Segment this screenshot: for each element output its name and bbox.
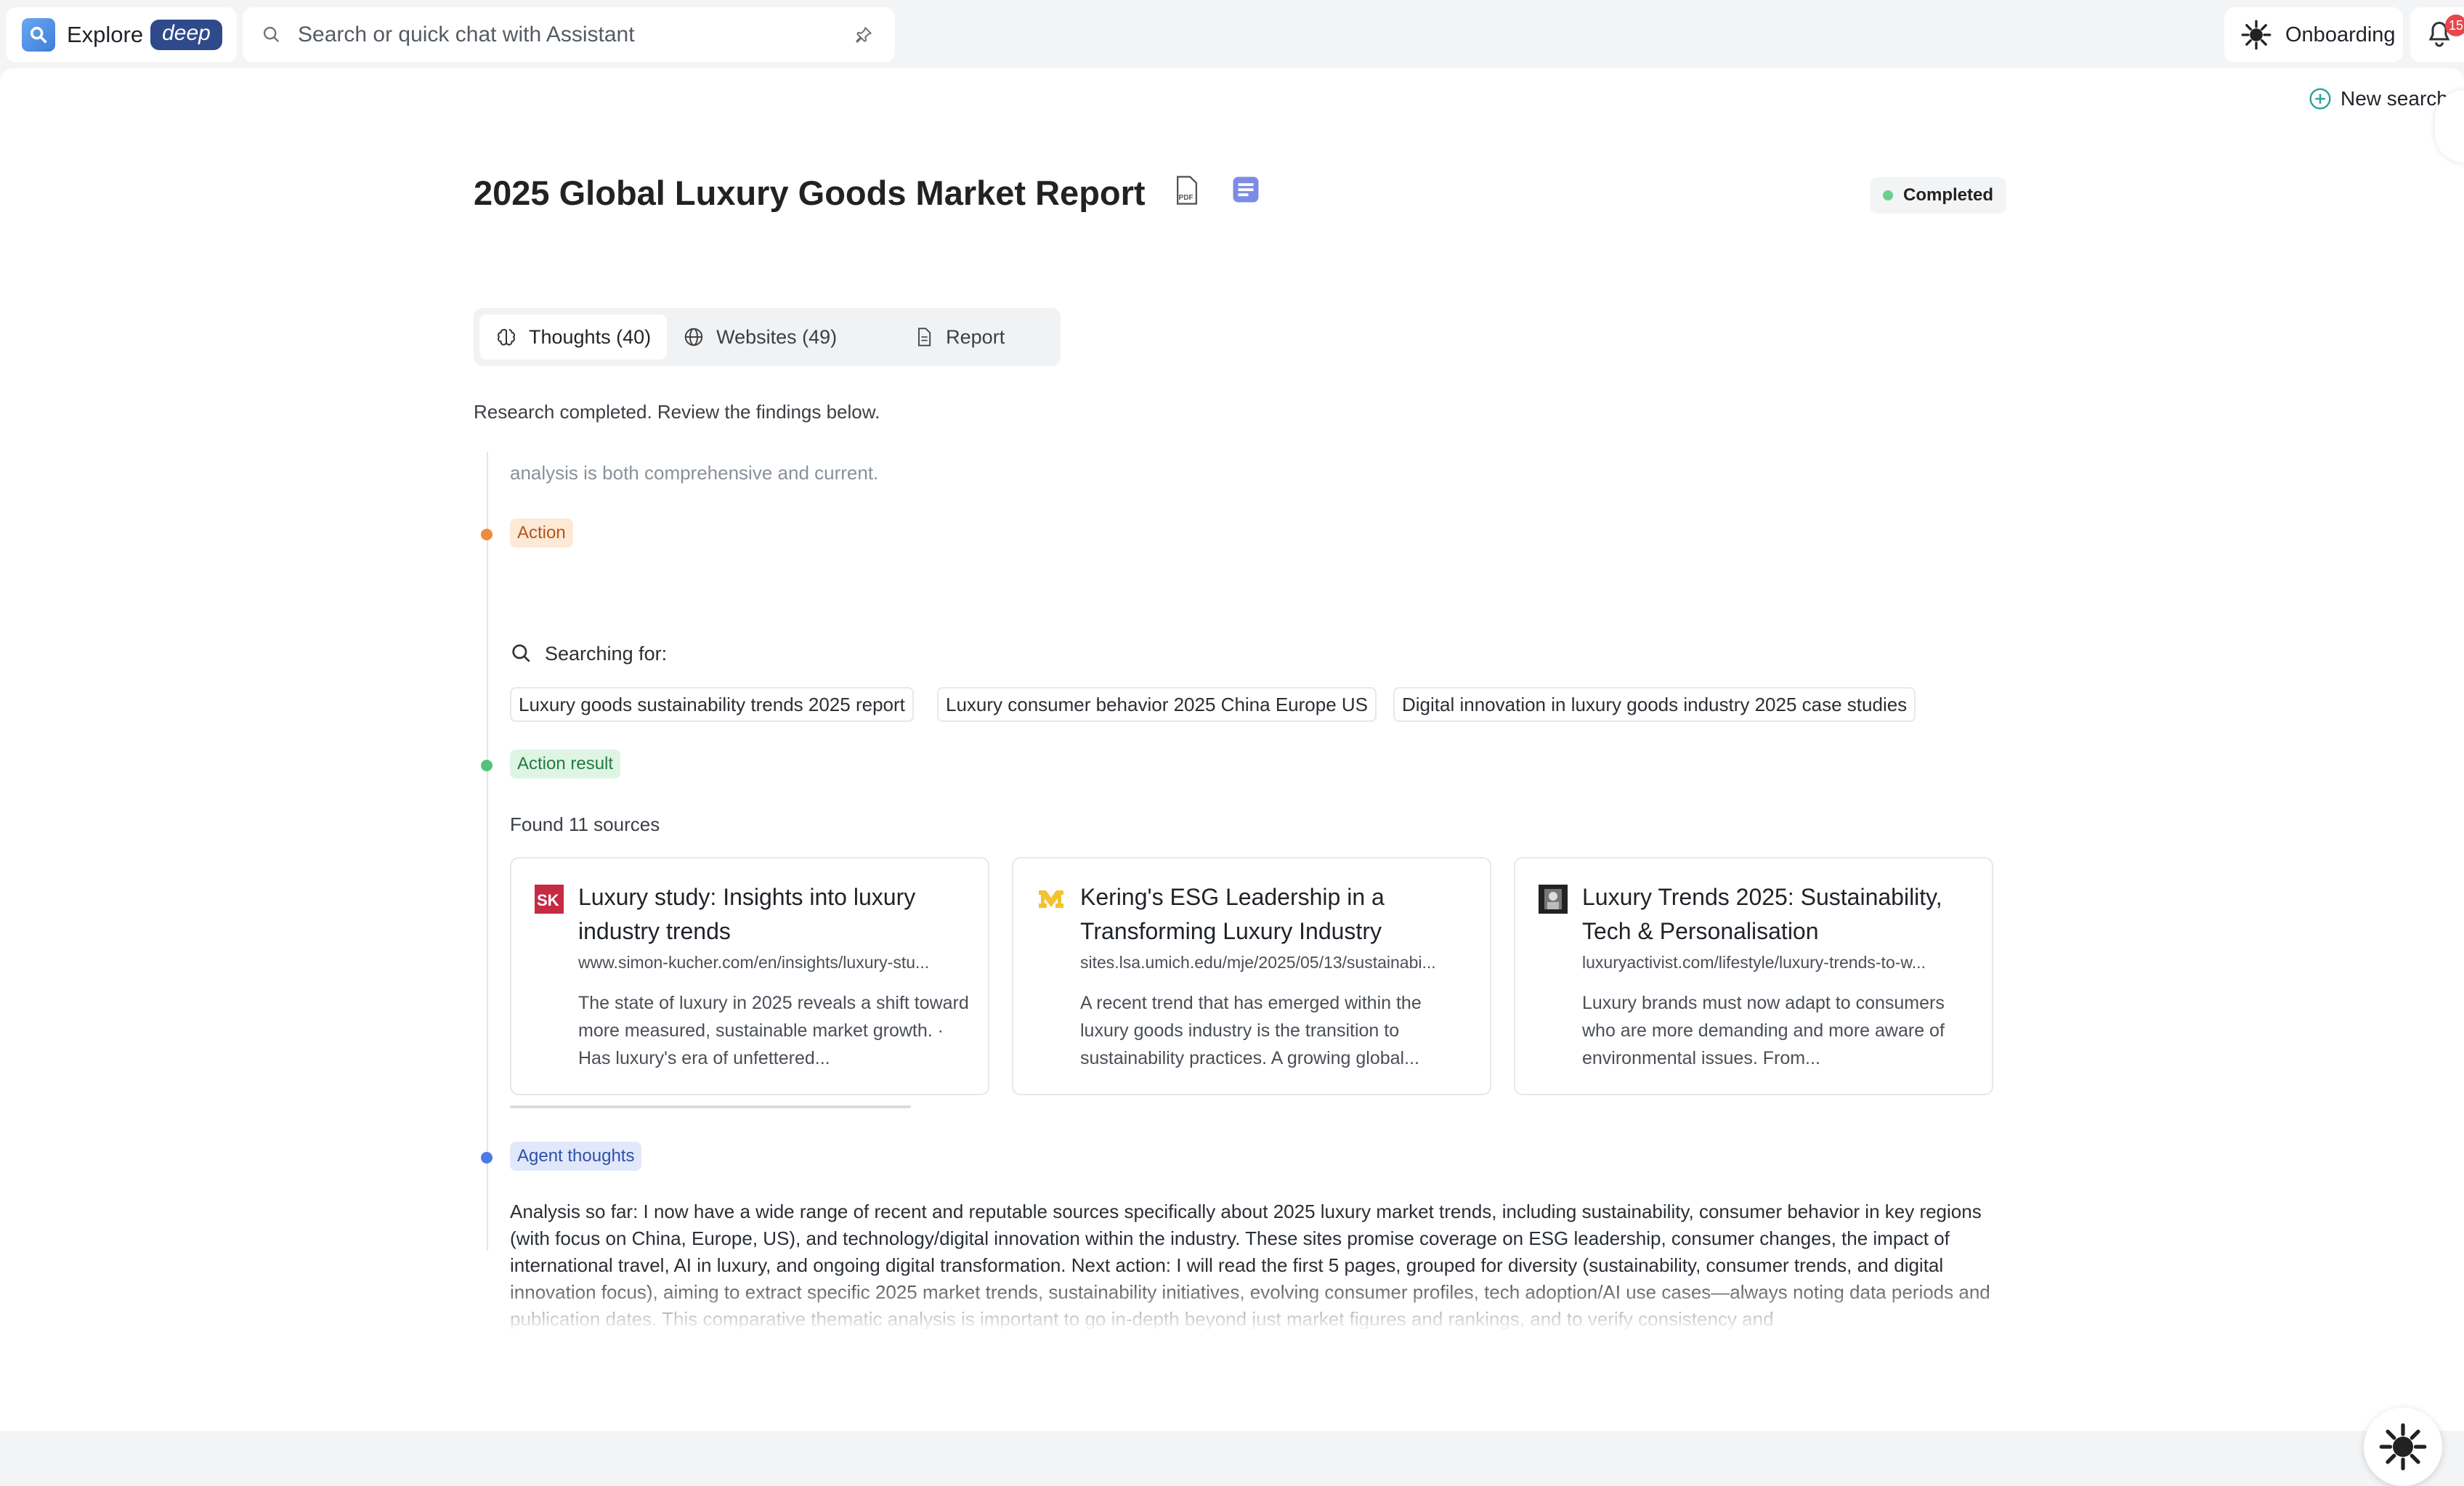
source-title[interactable]: Luxury Trends 2025: Sustainability, Tech… xyxy=(1582,880,1974,949)
previous-thought-text: analysis is both comprehensive and curre… xyxy=(510,462,879,484)
source-snippet: A recent trend that has emerged within t… xyxy=(1080,993,1422,1068)
source-snippet: Luxury brands must now adapt to consumer… xyxy=(1582,993,1945,1068)
document-icon xyxy=(918,328,931,346)
assistant-button[interactable] xyxy=(2364,1408,2442,1486)
action-result-pill: Action result xyxy=(510,750,621,779)
tab-thoughts[interactable]: Thoughts (40) xyxy=(479,314,668,360)
source-url: luxuryactivist.com/lifestyle/luxury-tren… xyxy=(1582,953,1926,972)
source-url: sites.lsa.umich.edu/mje/2025/05/13/susta… xyxy=(1080,953,1436,972)
brand-name: Explore xyxy=(67,22,144,47)
tab-bar: Thoughts (40) Websites (49) Report xyxy=(474,308,1061,366)
tab-thoughts-label: Thoughts (40) xyxy=(529,325,652,348)
top-bar: Explore deep Search or quick chat with A… xyxy=(0,0,2464,68)
source-title[interactable]: Kering's ESG Leadership in a Transformin… xyxy=(1080,880,1472,949)
svg-text:PDF: PDF xyxy=(1179,194,1194,202)
source-snippet: The state of luxury in 2025 reveals a sh… xyxy=(578,993,969,1068)
search-input[interactable]: Search or quick chat with Assistant xyxy=(298,23,854,47)
brand-home-link[interactable]: Explore deep xyxy=(6,7,237,62)
source-card[interactable]: Kering's ESG Leadership in a Transformin… xyxy=(1012,857,1491,1095)
timeline-dot-action xyxy=(481,529,493,540)
timeline-dot-result xyxy=(481,760,493,771)
notifications-button[interactable]: 15 xyxy=(2410,7,2464,62)
source-card[interactable]: SK Luxury study: Insights into luxury in… xyxy=(510,857,989,1095)
action-pill: Action xyxy=(510,519,573,548)
tab-report[interactable]: Report xyxy=(898,314,1021,360)
query-chip[interactable]: Digital innovation in luxury goods indus… xyxy=(1393,687,1916,722)
brand-tag: deep xyxy=(150,20,222,50)
status-badge: Completed xyxy=(1870,177,2007,214)
search-icon xyxy=(512,644,530,662)
tab-report-label: Report xyxy=(946,325,1005,348)
searching-label: Searching for: xyxy=(545,642,668,665)
tab-websites-label: Websites (49) xyxy=(716,325,838,348)
found-sources-text: Found 11 sources xyxy=(510,813,660,835)
pin-icon[interactable] xyxy=(854,25,873,44)
search-bar[interactable]: Search or quick chat with Assistant xyxy=(243,7,895,62)
pdf-export-icon[interactable]: PDF xyxy=(1174,176,1200,208)
new-search-label: New search xyxy=(2341,87,2448,110)
page-title: 2025 Global Luxury Goods Market Report xyxy=(474,174,1146,212)
timeline-line xyxy=(487,452,488,1251)
source-card[interactable]: Luxury Trends 2025: Sustainability, Tech… xyxy=(1514,857,1993,1095)
simon-kucher-favicon-icon: SK xyxy=(535,885,564,914)
searching-for-row: Searching for: xyxy=(510,642,667,665)
workspace-logo-icon xyxy=(2241,20,2272,50)
workspace-switcher[interactable]: Onboarding xyxy=(2224,7,2403,62)
new-search-button[interactable]: New search xyxy=(2309,87,2448,110)
research-status-text: Research completed. Review the findings … xyxy=(474,401,880,423)
globe-icon xyxy=(684,328,703,346)
source-title[interactable]: Luxury study: Insights into luxury indus… xyxy=(578,880,970,949)
timeline-dot-thoughts xyxy=(481,1152,493,1164)
plus-circle-icon xyxy=(2309,88,2331,110)
document-view-icon[interactable] xyxy=(1231,174,1261,208)
umich-favicon-icon xyxy=(1037,885,1066,914)
query-chip[interactable]: Luxury consumer behavior 2025 China Euro… xyxy=(937,687,1377,722)
cards-scrollbar[interactable] xyxy=(510,1105,911,1108)
query-chip[interactable]: Luxury goods sustainability trends 2025 … xyxy=(510,687,914,722)
source-url: www.simon-kucher.com/en/insights/luxury-… xyxy=(578,953,930,972)
notification-count-badge: 15 xyxy=(2445,15,2464,36)
agent-thoughts-pill: Agent thoughts xyxy=(510,1142,642,1171)
luxuryactivist-favicon-icon xyxy=(1539,885,1568,914)
app-logo-icon xyxy=(22,18,55,52)
search-icon xyxy=(263,26,280,43)
brain-icon xyxy=(498,328,515,346)
tab-websites[interactable]: Websites (49) xyxy=(667,314,853,360)
workspace-name: Onboarding xyxy=(2285,23,2396,46)
status-label: Completed xyxy=(1903,185,1994,205)
status-dot xyxy=(1883,190,1893,200)
svg-text:SK: SK xyxy=(537,891,559,909)
main-content: New search 2025 Global Luxury Goods Mark… xyxy=(0,68,2464,1486)
assistant-logo-icon xyxy=(2379,1423,2427,1471)
text-fade-overlay xyxy=(510,1274,2006,1332)
